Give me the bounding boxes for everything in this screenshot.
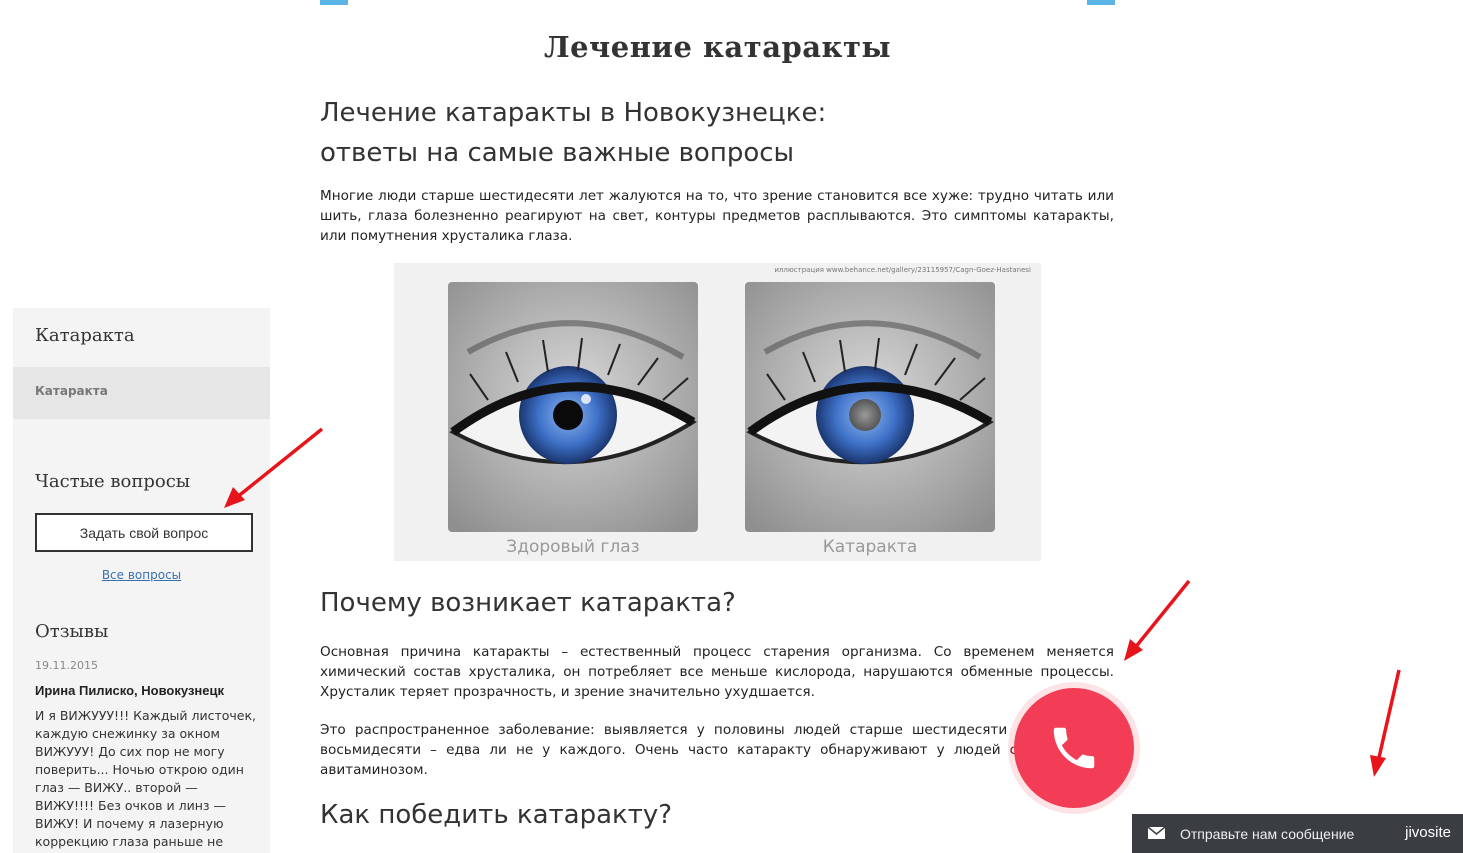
all-questions-link[interactable]: Все вопросы <box>13 568 270 582</box>
arrow-to-chat <box>1376 669 1401 763</box>
eye-comparison-figure: иллюстрация www.behance.net/gallery/2311… <box>394 263 1041 561</box>
top-accent-left <box>320 0 348 5</box>
top-accent-right <box>1087 0 1115 5</box>
intro-paragraph: Многие люди старше шестидесяти лет жалую… <box>320 188 1114 244</box>
chat-message-label: Отправьте нам сообщение <box>1180 826 1355 842</box>
phone-icon <box>1053 727 1095 769</box>
healthy-eye-caption: Здоровый глаз <box>506 537 640 557</box>
section-title-why: Почему возникает катаракта? <box>320 588 736 618</box>
review-date: 19.11.2015 <box>35 659 98 672</box>
section-why-paragraph-1: Основная причина катаракты – естественны… <box>320 644 1114 700</box>
sidebar-item-cataract[interactable]: Катаракта <box>13 367 270 419</box>
jivosite-logo: jivosite <box>1405 824 1451 841</box>
section-title-how: Как победить катаракту? <box>320 800 673 830</box>
reviews-title: Отзывы <box>35 621 109 642</box>
arrow-to-text <box>1132 579 1191 651</box>
cataract-eye-image <box>745 282 995 532</box>
section-why-paragraph-2: Это распространенное заболевание: выявля… <box>320 722 1114 778</box>
mail-icon <box>1148 827 1165 839</box>
sidebar-title: Катаракта <box>35 325 135 346</box>
review-author: Ирина Пилиско, Новокузнецк <box>35 683 224 698</box>
sidebar-item-label: Катаракта <box>35 384 108 398</box>
figure-credit: иллюстрация www.behance.net/gallery/2311… <box>774 266 1031 274</box>
sidebar: Катаракта Катаракта Частые вопросы Задат… <box>13 308 270 853</box>
article-heading-line2: ответы на самые важные вопросы <box>320 138 795 168</box>
page-title: Лечение катаракты <box>543 30 892 64</box>
faq-title: Частые вопросы <box>35 471 191 492</box>
article-heading-line1: Лечение катаракты в Новокузнецке: <box>320 98 827 128</box>
chat-widget-bar[interactable]: Отправьте нам сообщение jivosite <box>1132 814 1463 853</box>
article-heading: Лечение катаракты в Новокузнецке: ответы… <box>320 93 1020 173</box>
cataract-eye-caption: Катаракта <box>822 537 918 557</box>
healthy-eye-image <box>448 282 698 532</box>
call-button[interactable] <box>1014 688 1134 808</box>
review-text: И я ВИЖУУУ!!! Каждый листочек, каждую сн… <box>35 708 256 853</box>
ask-question-button[interactable]: Задать свой вопрос <box>35 513 253 552</box>
